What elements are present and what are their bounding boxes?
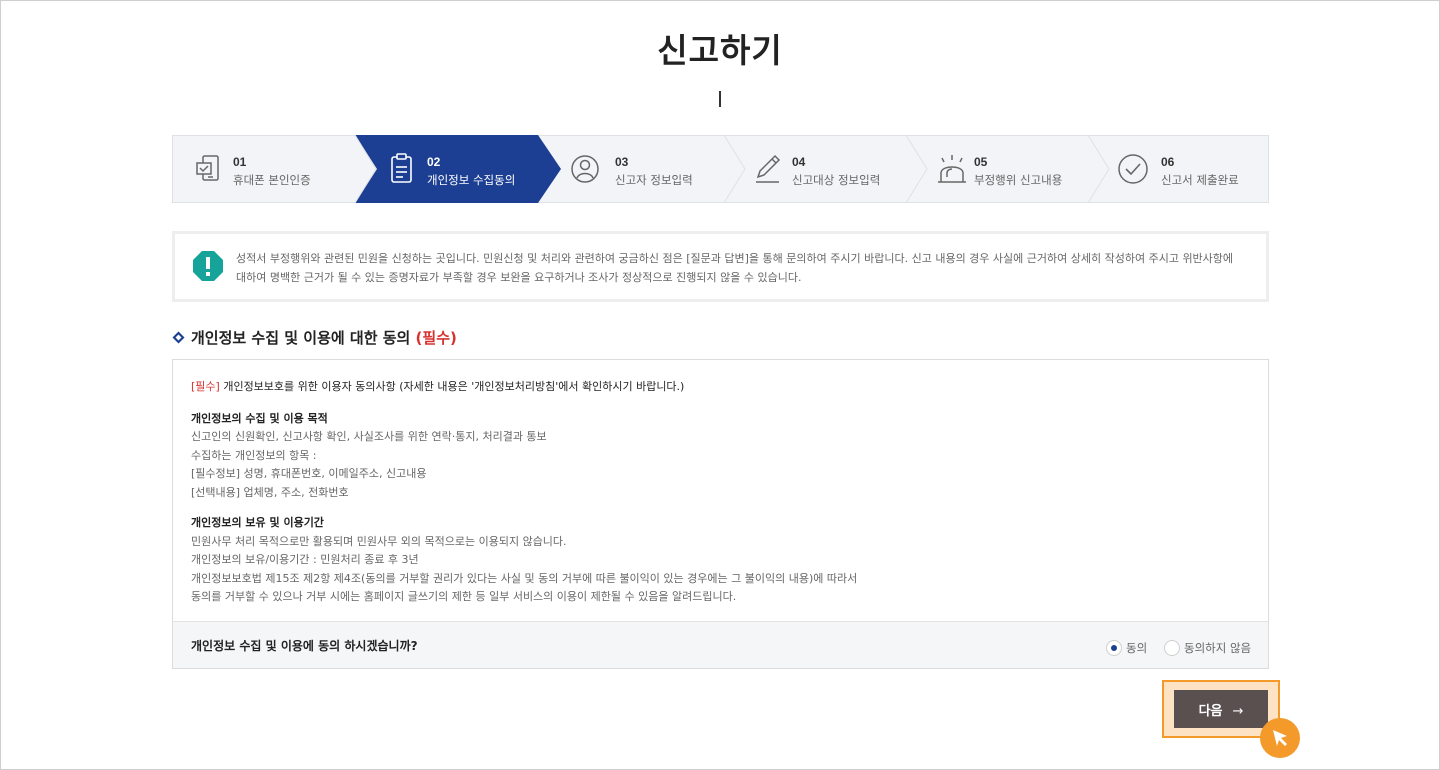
terms-line: [선택내용] 업체명, 주소, 전화번호 (191, 485, 349, 499)
title-divider (719, 91, 721, 107)
step-1: 01 휴대폰 본인인증 (173, 136, 355, 202)
diamond-bullet-icon (172, 331, 185, 344)
notice-box: 성적서 부정행위와 관련된 민원을 신청하는 곳입니다. 민원신청 및 처리와 … (172, 231, 1269, 302)
terms-line: 신고인의 신원확인, 신고사항 확인, 사실조사를 위한 연락·통지, 처리결과… (191, 430, 547, 443)
next-button[interactable]: 다음 → (1174, 690, 1268, 728)
terms-lead-text: 개인정보보호를 위한 이용자 동의사항 (자세한 내용은 '개인정보처리방침'에… (219, 380, 685, 393)
step-2: 02 개인정보 수집동의 (367, 136, 547, 202)
next-button-label: 다음 (1198, 703, 1223, 719)
step-progress-bar: 01 휴대폰 본인인증 02 개인정보 수집동의 03 신고자 정보입력 04 (172, 135, 1269, 203)
clipboard-icon (391, 153, 412, 183)
required-tag: (필수) (415, 329, 457, 347)
agree-label: 동의 (1126, 640, 1148, 655)
step-number: 03 (615, 155, 629, 169)
step-number: 04 (792, 155, 806, 169)
section-heading: 개인정보 수집 및 이용에 대한 동의 (필수) (172, 327, 457, 349)
consent-row: 개인정보 수집 및 이용에 동의 하시겠습니까? 동의 동의하지 않음 (173, 621, 1268, 668)
step-number: 06 (1161, 155, 1175, 169)
step-label: 개인정보 수집동의 (427, 173, 516, 187)
terms-box: [필수] 개인정보보호를 위한 이용자 동의사항 (자세한 내용은 '개인정보처… (172, 359, 1269, 669)
consent-question: 개인정보 수집 및 이용에 동의 하시겠습니까? (191, 639, 418, 653)
terms-line: 민원사무 처리 목적으로만 활용되며 민원사무 외의 목적으로는 이용되지 않습… (191, 534, 567, 548)
step-5: 05 부정행위 신고내용 (918, 136, 1100, 202)
agree-radio[interactable] (1106, 639, 1122, 656)
required-tag: [필수] (191, 380, 220, 393)
disagree-radio[interactable] (1164, 639, 1180, 656)
terms-line: 동의를 거부할 수 있으나 거부 시에는 홈페이지 글쓰기의 제한 등 일부 서… (191, 590, 737, 603)
step-label: 부정행위 신고내용 (974, 173, 1063, 187)
terms-body: [필수] 개인정보보호를 위한 이용자 동의사항 (자세한 내용은 '개인정보처… (191, 378, 1251, 607)
user-icon (571, 155, 599, 183)
disagree-label: 동의하지 않음 (1184, 640, 1252, 655)
cursor-indicator (1260, 718, 1300, 758)
notice-line: 대하여 명백한 근거가 될 수 있는 증명자료가 부족할 경우 보완을 요구하거… (236, 271, 802, 284)
terms-line: 개인정보의 보유/이용기간 : 민원처리 종료 후 3년 (191, 553, 419, 566)
section-heading-text: 개인정보 수집 및 이용에 대한 동의 (191, 329, 411, 347)
step-number: 05 (974, 155, 988, 169)
notice-text: 성적서 부정행위와 관련된 민원을 신청하는 곳입니다. 민원신청 및 처리와 … (236, 249, 1246, 287)
step-label: 신고대상 정보입력 (792, 173, 881, 187)
step-label: 신고서 제출완료 (1161, 173, 1239, 187)
terms-lead: [필수] 개인정보보호를 위한 이용자 동의사항 (자세한 내용은 '개인정보처… (191, 378, 1251, 397)
terms-line: [필수정보] 성명, 휴대폰번호, 이메일주소, 신고내용 (191, 467, 427, 480)
step-label: 신고자 정보입력 (615, 173, 693, 187)
step-label: 휴대폰 본인인증 (233, 173, 311, 187)
page-title: 신고하기 (657, 31, 783, 70)
pointer-cursor-icon (1273, 730, 1287, 746)
pencil-icon (756, 154, 781, 183)
step-number: 01 (233, 155, 247, 169)
disagree-radio-option[interactable]: 동의하지 않음 (1164, 637, 1252, 656)
agree-radio-option[interactable]: 동의 (1106, 637, 1148, 656)
retention-heading: 개인정보의 보유 및 이용기간 (191, 516, 324, 529)
warning-icon (193, 251, 223, 281)
purpose-heading: 개인정보의 수집 및 이용 목적 (191, 411, 328, 425)
step-6: 06 신고서 제출완료 (1105, 136, 1269, 202)
step-number: 02 (427, 155, 441, 169)
step-4: 04 신고대상 정보입력 (733, 136, 915, 202)
check-circle-icon (1118, 154, 1148, 184)
terms-line: 수집하는 개인정보의 항목 : (191, 448, 317, 462)
step-3: 03 신고자 정보입력 (553, 136, 735, 202)
alarm-light-icon (938, 155, 966, 183)
phone-auth-icon (196, 155, 219, 181)
notice-line: 성적서 부정행위와 관련된 민원을 신청하는 곳입니다. 민원신청 및 처리와 … (236, 252, 1234, 265)
terms-line: 개인정보보호법 제15조 제2항 제4조(동의를 거부할 권리가 있다는 사실 … (191, 571, 858, 585)
arrow-right-icon: → (1232, 703, 1244, 719)
